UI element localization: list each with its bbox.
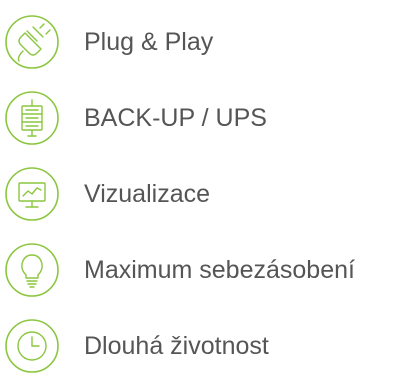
feature-label: Maximum sebezásobení <box>84 256 355 284</box>
clock-icon <box>2 316 62 376</box>
server-icon <box>2 88 62 148</box>
monitor-chart-icon <box>2 164 62 224</box>
feature-plug-and-play: Plug & Play <box>0 12 416 72</box>
lightbulb-icon <box>2 240 62 300</box>
feature-list: Plug & Play BACK-UP / UPS Vizualizace Ma… <box>0 0 416 380</box>
feature-label: Vizualizace <box>84 180 211 208</box>
feature-label: BACK-UP / UPS <box>84 104 267 132</box>
feature-maximum-sebezasobeni: Maximum sebezásobení <box>0 240 416 300</box>
feature-dlouha-zivotnost: Dlouhá životnost <box>0 316 416 376</box>
feature-vizualizace: Vizualizace <box>0 164 416 224</box>
plug-icon <box>2 12 62 72</box>
feature-label: Dlouhá životnost <box>84 332 269 360</box>
feature-backup-ups: BACK-UP / UPS <box>0 88 416 148</box>
feature-label: Plug & Play <box>84 28 214 56</box>
